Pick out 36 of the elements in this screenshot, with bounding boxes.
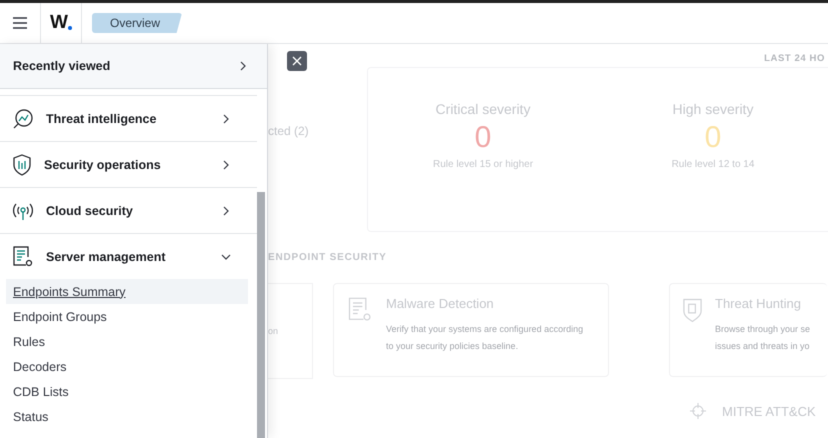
recently-viewed-label: Recently viewed <box>13 59 110 73</box>
breadcrumb[interactable]: Overview <box>92 13 182 33</box>
nav-link[interactable]: Rules <box>6 329 248 354</box>
close-button[interactable] <box>287 51 307 71</box>
nav-link[interactable]: Endpoint Groups <box>6 304 248 329</box>
document-gear-icon <box>12 244 34 268</box>
module-description: Browse through your se issues and threats in yo <box>715 323 812 353</box>
logo[interactable]: W <box>50 12 68 34</box>
severity-count: 0 <box>704 123 722 153</box>
menu-icon[interactable] <box>13 17 27 29</box>
section-title: ENDPOINT SECURITY <box>268 252 388 263</box>
scrollbar-thumb[interactable] <box>257 192 265 438</box>
severity-title: High severity <box>672 101 754 117</box>
severity-title: Critical severity <box>436 101 530 117</box>
recently-viewed-header[interactable]: Recently viewed <box>0 44 267 89</box>
severity-rule: Rule level 12 to 14 <box>672 159 754 170</box>
severity-rule: Rule level 15 or higher <box>432 159 534 170</box>
close-icon <box>292 56 302 66</box>
nav-link[interactable]: Endpoints Summary <box>6 279 248 304</box>
dot-icon <box>68 26 72 30</box>
severity-count: 0 <box>474 123 492 153</box>
shield-icon <box>682 296 703 324</box>
module-text: on <box>268 326 278 336</box>
nav-section[interactable]: Server management <box>0 234 257 279</box>
module-title: Threat Hunting <box>715 296 802 311</box>
module-title: Malware Detection <box>386 296 495 311</box>
magnifier-chart-icon <box>12 108 34 130</box>
nav-link[interactable]: CDB Lists <box>6 379 248 404</box>
nav-link[interactable]: Decoders <box>6 354 248 379</box>
time-range-label: LAST 24 HO <box>764 53 825 64</box>
shield-icon <box>12 154 32 176</box>
crosshair-icon <box>688 401 708 421</box>
module-title: MITRE ATT&CK <box>722 404 816 418</box>
agents-status-text: cted (2) <box>268 124 309 138</box>
nav-link[interactable]: Status <box>6 404 248 429</box>
module-description: Verify that your systems are configured according to your security policies baseline. <box>386 323 584 353</box>
